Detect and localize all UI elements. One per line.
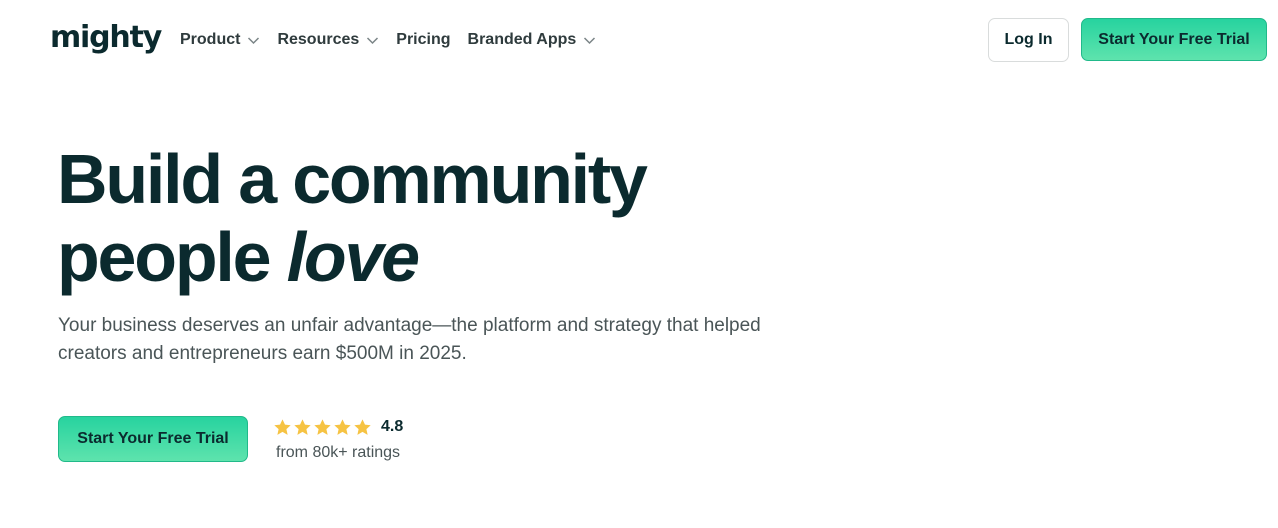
top-navigation: mighty Product Resources Pricing Branded… xyxy=(0,0,1278,80)
nav-item-branded-apps[interactable]: Branded Apps xyxy=(468,31,597,49)
hero-subtitle: Your business deserves an unfair advanta… xyxy=(58,315,761,364)
nav-item-label: Resources xyxy=(277,31,360,48)
star-icon xyxy=(294,418,311,435)
main-menu: Product Resources Pricing Branded Apps xyxy=(180,28,613,52)
hero-title-line2: people love xyxy=(57,218,817,296)
nav-item-label: Product xyxy=(180,31,241,48)
star-icon xyxy=(274,418,291,435)
star-icon xyxy=(354,418,371,435)
nav-item-label: Branded Apps xyxy=(467,31,577,48)
hero-title-line1: Build a community xyxy=(57,140,648,218)
login-button[interactable]: Log In xyxy=(988,18,1069,62)
rating-caption: from 80k+ ratings xyxy=(276,444,401,461)
nav-item-resources[interactable]: Resources xyxy=(277,31,379,49)
rating-block: 4.8 from 80k+ ratings xyxy=(273,416,403,462)
chevron-down-icon xyxy=(583,36,596,45)
rating-value: 4.8 xyxy=(381,418,404,435)
nav-item-pricing[interactable]: Pricing xyxy=(396,31,450,49)
start-free-trial-button-hero[interactable]: Start Your Free Trial xyxy=(58,416,248,462)
star-rating: 4.8 xyxy=(273,416,403,438)
mighty-logo[interactable]: mighty xyxy=(50,18,162,58)
chevron-down-icon xyxy=(247,36,260,45)
hero-title: Build a community people love xyxy=(57,140,817,296)
nav-item-label: Pricing xyxy=(396,31,451,48)
nav-item-product[interactable]: Product xyxy=(180,31,260,49)
star-icon xyxy=(334,418,351,435)
chevron-down-icon xyxy=(366,36,379,45)
hero-title-plain: people xyxy=(57,218,287,296)
hero-title-italic: love xyxy=(286,218,420,296)
start-free-trial-button-header[interactable]: Start Your Free Trial xyxy=(1081,18,1267,61)
star-icon xyxy=(314,418,331,435)
